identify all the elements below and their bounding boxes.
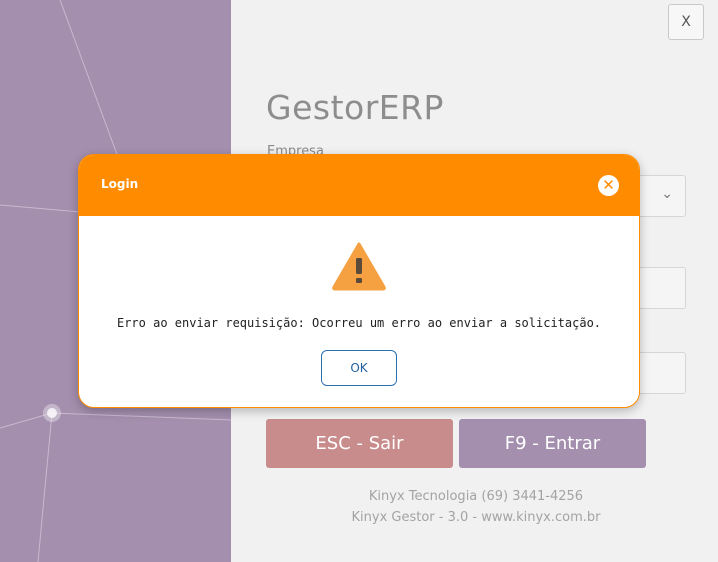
app-title: GestorERP [266,88,444,127]
version-info: Kinyx Gestor - 3.0 - www.kinyx.com.br [351,510,601,525]
company-info: Kinyx Tecnologia (69) 3441-4256 [368,489,584,504]
window-close-button[interactable]: X [668,4,704,40]
warning-icon [332,242,386,291]
entrar-button[interactable]: F9 - Entrar [459,419,646,468]
dialog-close-button[interactable]: ✕ [598,175,619,196]
dialog-message: Erro ao enviar requisição: Ocorreu um er… [116,316,602,330]
error-dialog: Login ✕ Erro ao enviar requisição: Ocorr… [78,154,640,408]
sair-button[interactable]: ESC - Sair [266,419,453,468]
dialog-title: Login [101,177,139,191]
chevron-down-icon: ⌄ [661,186,673,202]
close-icon: ✕ [602,176,615,194]
ok-button[interactable]: OK [321,350,397,386]
dialog-header: Login ✕ [79,155,639,216]
